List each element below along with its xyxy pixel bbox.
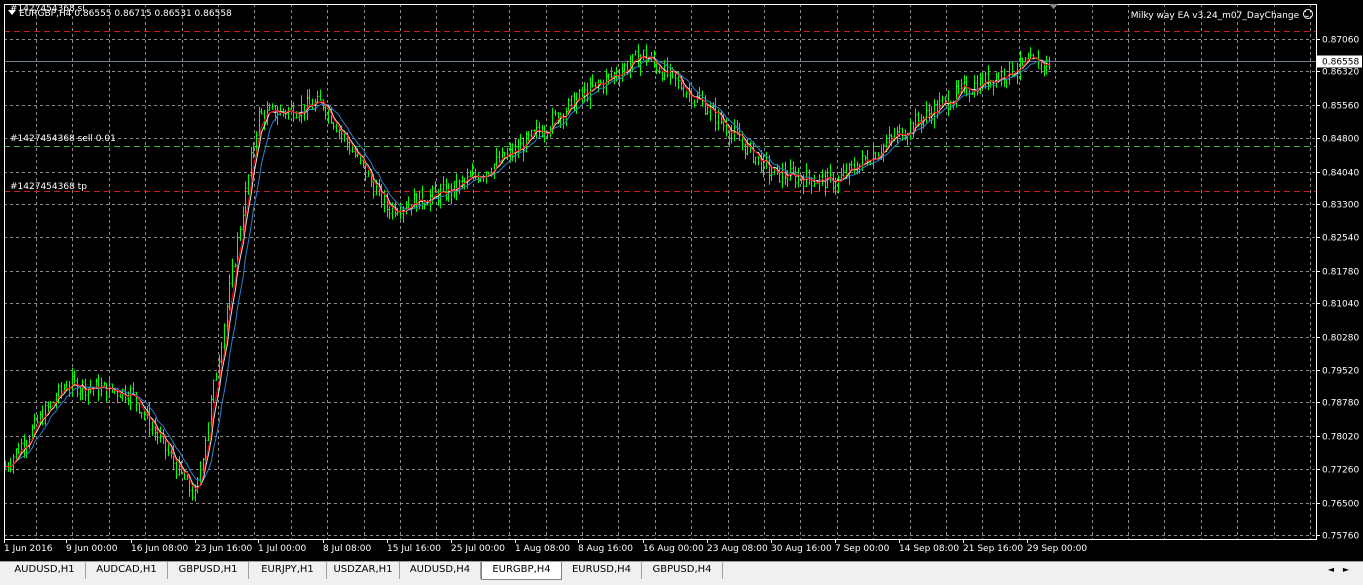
time-tick-label: 30 Aug 16:00 [771,544,832,554]
time-tick-label: 8 Jul 08:00 [323,544,372,554]
chart-header: EURGBP,H4 0.86555 0.86715 0.86531 0.8655… [8,9,232,19]
price-tick-label: 0.76500 [1322,500,1359,510]
price-tick-label: 0.83300 [1322,201,1359,211]
price-tick-label: 0.78780 [1322,399,1359,409]
chart-tab-bar: AUDUSD,H1 AUDCAD,H1 GBPUSD,H1 EURJPY,H1 USDZ… [0,561,1363,585]
time-tick-label: 16 Jun 08:00 [131,544,188,554]
tab-scroll-left-icon[interactable]: ◄ [1325,564,1337,576]
chart-window[interactable]: 0.87060 0.86320 0.85560 0.84800 0.84040 0.833… [0,0,1363,561]
tab-gbpusd-h4[interactable]: GBPUSD,H4 [642,562,723,579]
order-sell-label[interactable]: #1427454368 sell 0.01 [10,134,116,144]
price-tick-label: 0.75760 [1322,532,1359,542]
order-tp-label[interactable]: #1427454368 tp [10,182,87,192]
time-tick-label: 1 Aug 08:00 [515,544,570,554]
ea-label[interactable]: Milky way EA v3.24_m07_DayChange [1131,9,1313,21]
current-price-label: 0.86558 [1322,58,1359,68]
price-tick-label: 0.78020 [1322,433,1359,443]
tab-scroll-right-icon[interactable]: ► [1340,564,1352,576]
price-tick-label: 0.77260 [1322,466,1359,476]
symbol-header: EURGBP,H4 0.86555 0.86715 0.86531 0.8655… [19,9,232,19]
price-tick-label: 0.79520 [1322,367,1359,377]
tab-eurjpy-h1[interactable]: EURJPY,H1 [249,562,327,579]
time-tick-label: 29 Sep 00:00 [1027,544,1087,554]
price-tick-label: 0.82540 [1322,234,1359,244]
time-tick-label: 14 Sep 08:00 [899,544,959,554]
tab-eurgbp-h4[interactable]: EURGBP,H4 [481,562,562,580]
price-tick-label: 0.85560 [1322,102,1359,112]
price-tick-label: 0.86320 [1322,68,1359,78]
time-tick-label: 9 Jun 00:00 [66,544,118,554]
tab-usdzar-h1[interactable]: USDZAR,H1 [327,562,400,579]
time-tick-label: 16 Aug 00:00 [643,544,704,554]
time-tick-label: 15 Jul 16:00 [387,544,441,554]
time-tick-label: 23 Aug 08:00 [707,544,768,554]
price-tick-label: 0.81040 [1322,300,1359,310]
price-tick-label: 0.87060 [1322,36,1359,46]
time-tick-label: 7 Sep 00:00 [835,544,890,554]
tab-audusd-h1[interactable]: AUDUSD,H1 [4,562,86,579]
price-chart[interactable]: 0.87060 0.86320 0.85560 0.84800 0.84040 0.833… [0,0,1363,561]
time-tick-label: 25 Jul 00:00 [451,544,505,554]
price-tick-label: 0.84040 [1322,169,1359,179]
ea-name: Milky way EA v3.24_m07_DayChange [1130,11,1300,21]
time-tick-label: 21 Sep 16:00 [963,544,1023,554]
price-tick-label: 0.80280 [1322,334,1359,344]
time-tick-label: 1 Jul 00:00 [258,544,307,554]
tab-gbpusd-h1[interactable]: GBPUSD,H1 [168,562,249,579]
tab-audcad-h1[interactable]: AUDCAD,H1 [86,562,168,579]
price-tick-label: 0.84800 [1322,135,1359,145]
price-tick-label: 0.81780 [1322,268,1359,278]
time-tick-label: 1 Jun 2016 [4,544,53,554]
time-tick-label: 8 Aug 16:00 [578,544,633,554]
chart-menu-arrow-icon[interactable] [8,10,16,15]
tab-eurusd-h4[interactable]: EURUSD,H4 [562,562,642,579]
time-tick-label: 23 Jun 16:00 [195,544,252,554]
tab-audusd-h4[interactable]: AUDUSD,H4 [400,562,481,579]
smiley-face-icon [1303,9,1313,19]
